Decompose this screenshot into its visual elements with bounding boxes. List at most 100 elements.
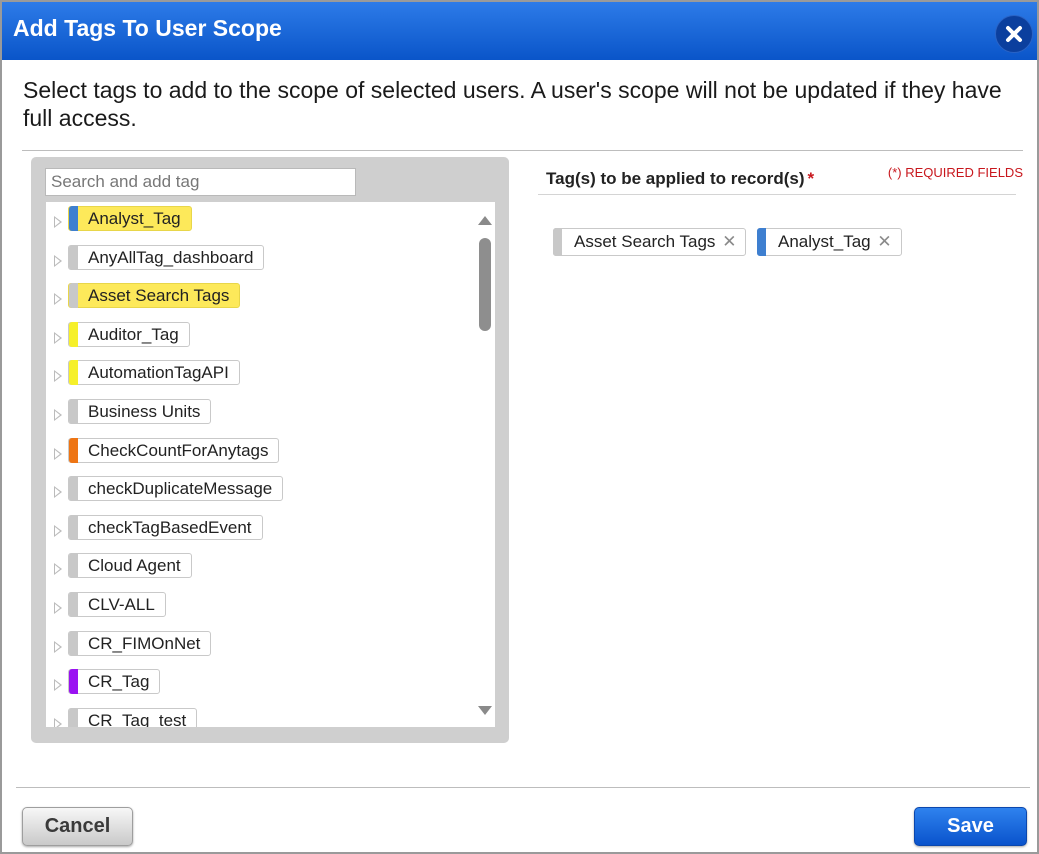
tag-label: CLV-ALL: [88, 595, 155, 614]
tag-color-marker: [69, 399, 78, 424]
tag-color-marker: [69, 206, 78, 231]
tag-chip[interactable]: Business Units: [68, 399, 212, 424]
tag-chip[interactable]: checkDuplicateMessage: [68, 476, 284, 501]
required-star: *: [807, 169, 815, 188]
expand-arrow-icon[interactable]: [54, 641, 62, 653]
tree-item[interactable]: CheckCountForAnytags: [46, 436, 466, 474]
tag-chip[interactable]: CR_FIMOnNet: [68, 631, 212, 656]
tag-label: Asset Search Tags: [88, 286, 230, 305]
remove-tag-icon[interactable]: ✕: [722, 229, 736, 255]
expand-arrow-icon[interactable]: [54, 525, 62, 537]
tag-chip[interactable]: CR_Tag: [68, 669, 161, 694]
tag-label: checkDuplicateMessage: [88, 479, 273, 498]
tag-chip[interactable]: Auditor_Tag: [68, 322, 190, 347]
close-button[interactable]: [995, 15, 1033, 53]
expand-arrow-icon[interactable]: [54, 718, 62, 727]
tag-color-marker: [69, 476, 78, 501]
expand-arrow-icon[interactable]: [54, 255, 62, 267]
tree-item[interactable]: CR_FIMOnNet: [46, 629, 466, 667]
tag-color-marker: [69, 592, 78, 617]
tree-item[interactable]: Cloud Agent: [46, 551, 466, 589]
tag-chip[interactable]: CheckCountForAnytags: [68, 438, 280, 463]
tag-label: CR_Tag_test: [88, 711, 187, 727]
scroll-thumb[interactable]: [479, 238, 491, 331]
add-tags-dialog: Add Tags To User Scope Select tags to ad…: [0, 0, 1039, 854]
remove-tag-icon[interactable]: ✕: [877, 229, 891, 255]
close-icon: [1006, 26, 1022, 42]
tree-item[interactable]: Auditor_Tag: [46, 320, 466, 358]
tree-item[interactable]: AnyAllTag_dashboard: [46, 243, 466, 281]
tree-item[interactable]: Analyst_Tag: [46, 204, 466, 242]
cancel-button[interactable]: Cancel: [22, 807, 133, 846]
tag-chip[interactable]: checkTagBasedEvent: [68, 515, 263, 540]
tag-chip[interactable]: Asset Search Tags: [68, 283, 241, 308]
tag-tree-list: CR_Tag_test CR_Tag CR_FIMOnNet CLV-ALL Cloud…: [46, 202, 495, 727]
expand-arrow-icon[interactable]: [54, 563, 62, 575]
tree-scrollbar[interactable]: [475, 202, 495, 727]
dialog-title: Add Tags To User Scope: [13, 15, 282, 41]
selected-tag-label: Analyst_Tag: [778, 232, 871, 251]
selected-tags-header: Tag(s) to be applied to record(s) * (*) R…: [538, 159, 1023, 195]
tag-label: Business Units: [88, 402, 201, 421]
scroll-down-arrow-icon[interactable]: [478, 706, 492, 715]
required-fields-note: (*) REQUIRED FIELDS: [887, 165, 1023, 180]
tag-color-marker: [69, 708, 78, 727]
dialog-description: Select tags to add to the scope of selec…: [23, 77, 1002, 131]
tag-chip[interactable]: AutomationTagAPI: [68, 360, 240, 385]
tag-label: AnyAllTag_dashboard: [88, 248, 254, 267]
tree-item[interactable]: Asset Search Tags: [46, 281, 466, 319]
tag-label: AutomationTagAPI: [88, 363, 229, 382]
expand-arrow-icon[interactable]: [54, 293, 62, 305]
selected-tag-chip: Analyst_Tag ✕: [757, 228, 902, 256]
tag-label: Cloud Agent: [88, 556, 181, 575]
selected-tags-title-text: Tag(s) to be applied to record(s): [546, 169, 805, 188]
tag-label: checkTagBasedEvent: [88, 518, 252, 537]
tree-item[interactable]: Business Units: [46, 397, 466, 435]
tag-color-marker: [69, 283, 78, 308]
save-button[interactable]: Save: [914, 807, 1027, 846]
selected-tag-label: Asset Search Tags: [574, 232, 716, 251]
divider-top: [22, 150, 1023, 151]
tree-item[interactable]: CR_Tag: [46, 667, 466, 705]
tag-color-marker: [69, 438, 78, 463]
tree-item[interactable]: checkTagBasedEvent: [46, 513, 466, 551]
search-tag-input[interactable]: [45, 168, 356, 196]
tag-color-marker: [69, 322, 78, 347]
tag-tree-panel: CR_Tag_test CR_Tag CR_FIMOnNet CLV-ALL Cloud…: [31, 157, 509, 743]
expand-arrow-icon[interactable]: [54, 370, 62, 382]
selected-tag-chip: Asset Search Tags ✕: [553, 228, 747, 256]
dialog-titlebar: Add Tags To User Scope: [2, 2, 1037, 60]
tree-item[interactable]: checkDuplicateMessage: [46, 474, 466, 512]
tag-label: CR_FIMOnNet: [88, 634, 201, 653]
tag-chip[interactable]: Analyst_Tag: [68, 206, 192, 231]
tag-color-marker: [69, 631, 78, 656]
expand-arrow-icon[interactable]: [54, 332, 62, 344]
divider-bottom: [16, 787, 1030, 788]
scroll-up-arrow-icon[interactable]: [478, 216, 492, 225]
selected-tags-title: Tag(s) to be applied to record(s) *: [546, 169, 814, 189]
tag-label: CheckCountForAnytags: [88, 441, 269, 460]
tag-chip[interactable]: AnyAllTag_dashboard: [68, 245, 265, 270]
expand-arrow-icon[interactable]: [54, 216, 62, 228]
tag-label: Auditor_Tag: [88, 325, 179, 344]
tag-color-marker: [553, 228, 562, 256]
expand-arrow-icon[interactable]: [54, 486, 62, 498]
tree-item[interactable]: AutomationTagAPI: [46, 358, 466, 396]
expand-arrow-icon[interactable]: [54, 602, 62, 614]
tag-color-marker: [69, 553, 78, 578]
expand-arrow-icon[interactable]: [54, 679, 62, 691]
expand-arrow-icon[interactable]: [54, 448, 62, 460]
tag-color-marker: [69, 669, 78, 694]
tree-item[interactable]: CLV-ALL: [46, 590, 466, 628]
tag-color-marker: [69, 515, 78, 540]
tag-color-marker: [69, 245, 78, 270]
tag-chip[interactable]: CLV-ALL: [68, 592, 166, 617]
tag-label: CR_Tag: [88, 672, 150, 691]
tag-color-marker: [69, 360, 78, 385]
tag-chip[interactable]: CR_Tag_test: [68, 708, 198, 727]
tree-item[interactable]: CR_Tag_test: [46, 706, 466, 727]
tag-color-marker: [757, 228, 766, 256]
expand-arrow-icon[interactable]: [54, 409, 62, 421]
tag-chip[interactable]: Cloud Agent: [68, 553, 192, 578]
tag-label: Analyst_Tag: [88, 209, 181, 228]
